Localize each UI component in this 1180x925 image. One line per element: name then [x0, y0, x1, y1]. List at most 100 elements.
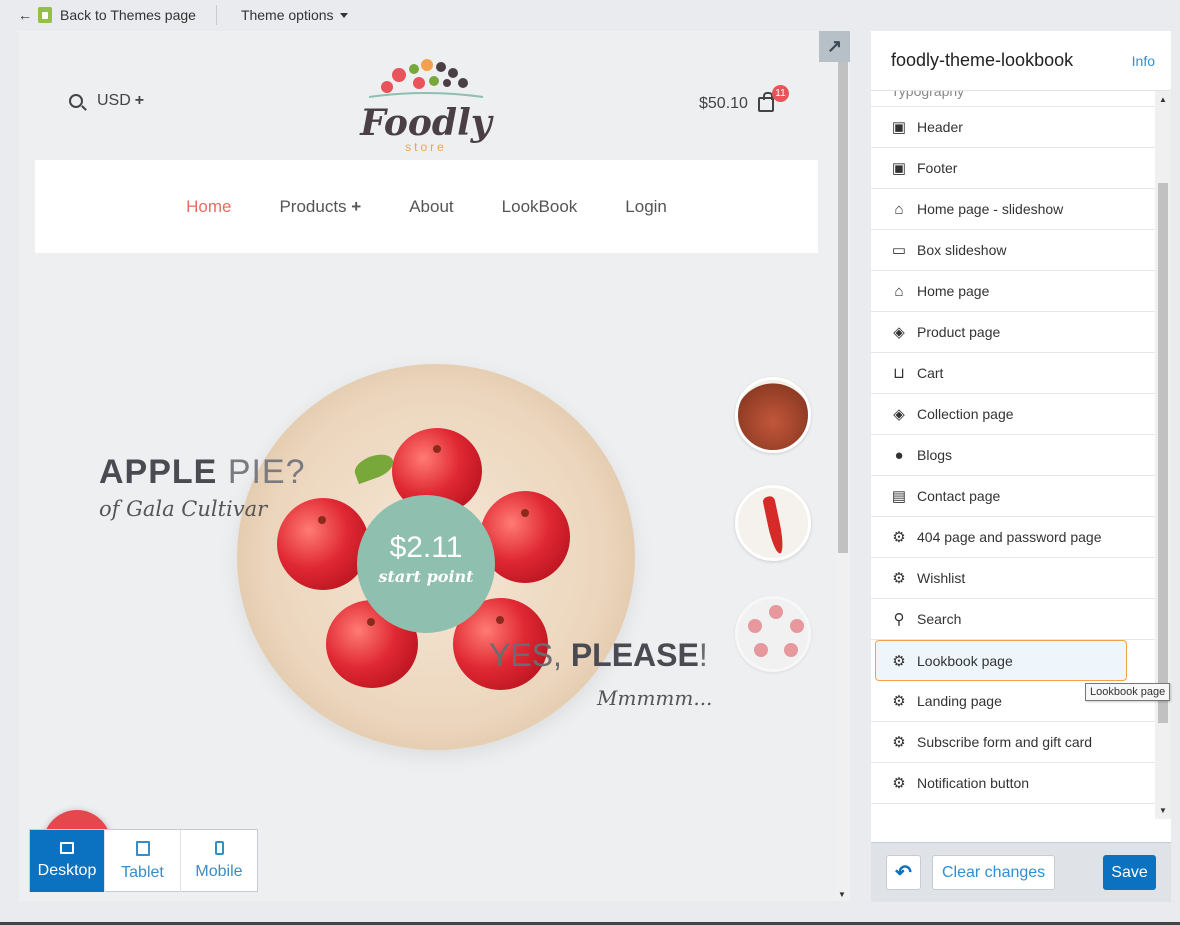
- apple-image: [784, 643, 798, 657]
- section-label: Footer: [917, 160, 958, 176]
- chili-image: [762, 495, 786, 555]
- slide-thumbnail-chili[interactable]: [735, 485, 811, 561]
- section-cart[interactable]: ⊔ Cart: [871, 353, 1155, 394]
- apple-image: [769, 605, 783, 619]
- section-notification-button[interactable]: ⚙ Notification button: [871, 763, 1155, 804]
- device-desktop-label: Desktop: [37, 862, 97, 879]
- slide-tagline-sub: Mmmmm...: [597, 686, 713, 710]
- device-desktop-button[interactable]: Desktop: [30, 830, 105, 892]
- section-footer[interactable]: ▣ Footer: [871, 148, 1155, 189]
- slide-subtitle: of Gala Cultivar: [99, 497, 268, 521]
- theme-name: foodly-theme-lookbook: [891, 50, 1074, 70]
- back-label: Back to Themes page: [60, 7, 196, 23]
- caret-down-icon: [339, 12, 348, 18]
- nav-item-home[interactable]: Home: [186, 197, 231, 217]
- scroll-down-arrow-icon[interactable]: ▼: [1159, 806, 1167, 815]
- shopify-bag-icon: [38, 7, 52, 23]
- section-label: Home page: [917, 283, 990, 299]
- tag-icon: ◈: [893, 324, 905, 341]
- logo-wordmark: Foodly: [359, 102, 493, 144]
- tagline-light: YES,: [489, 637, 562, 673]
- search-icon: ⚲: [893, 611, 905, 628]
- save-button[interactable]: Save: [1103, 855, 1156, 890]
- section-contact-page[interactable]: ▤ Contact page: [871, 476, 1155, 517]
- section-label: Blogs: [917, 447, 953, 463]
- apple-image: [277, 498, 369, 590]
- cart-icon: ⊔: [893, 365, 905, 382]
- undo-icon[interactable]: ↶: [886, 855, 921, 890]
- scroll-up-arrow-icon[interactable]: ▲: [1159, 95, 1167, 104]
- section-lookbook-page[interactable]: ⚙ Lookbook page: [875, 640, 1127, 681]
- nav-item-about[interactable]: About: [409, 197, 453, 217]
- back-to-themes-link[interactable]: ← Back to Themes page: [0, 0, 196, 30]
- section-box-slideshow[interactable]: ▭ Box slideshow: [871, 230, 1155, 271]
- gear-icon: ⚙: [892, 652, 906, 670]
- divider: [215, 5, 217, 25]
- cart-total: $50.10: [699, 95, 748, 112]
- slide-price-caption: start point: [378, 567, 474, 586]
- section-label: Product page: [917, 324, 1001, 340]
- expand-preview-icon[interactable]: ↗: [819, 31, 850, 62]
- tagline-bold: PLEASE: [570, 637, 699, 673]
- section-blogs[interactable]: ● Blogs: [871, 435, 1155, 476]
- section-label: Subscribe form and gift card: [917, 734, 1093, 750]
- currency-selector[interactable]: USD +: [69, 92, 144, 110]
- section-header[interactable]: ▣ Header: [871, 107, 1155, 148]
- device-mobile-button[interactable]: Mobile: [181, 830, 257, 892]
- clear-changes-button[interactable]: Clear changes: [932, 855, 1056, 890]
- section-collection-page[interactable]: ◈ Collection page: [871, 394, 1155, 435]
- scroll-down-arrow-icon[interactable]: ▼: [838, 890, 846, 899]
- device-tablet-button[interactable]: Tablet: [105, 830, 181, 892]
- section-label: 404 page and password page: [917, 529, 1102, 545]
- apple-image: [790, 619, 804, 633]
- arrow-left-icon: ←: [18, 7, 32, 23]
- slide-price: $2.11: [389, 531, 463, 564]
- device-tablet-label: Tablet: [121, 863, 164, 881]
- nav-item-products-label: Products: [279, 196, 347, 216]
- foodly-store-logo[interactable]: Foodly store: [359, 45, 494, 155]
- section-label: Wishlist: [917, 570, 966, 586]
- slide-title-light: PIE?: [227, 453, 306, 491]
- settings-section-list: Typography ▣ Header ▣ Footer ⌂ Home page - …: [871, 76, 1155, 819]
- preview-scrollbar[interactable]: ▼: [836, 31, 850, 901]
- chat-icon: ●: [894, 446, 904, 464]
- section-label: Header: [917, 119, 963, 135]
- nav-item-lookbook[interactable]: LookBook: [502, 197, 578, 217]
- section-label: Notification button: [917, 775, 1030, 791]
- section-search[interactable]: ⚲ Search: [871, 599, 1155, 640]
- gear-icon: ⚙: [892, 570, 906, 587]
- home-icon: ⌂: [894, 282, 904, 300]
- tablet-icon: [135, 840, 150, 856]
- preview-scrollbar-thumb[interactable]: [838, 31, 848, 553]
- search-icon[interactable]: [69, 94, 83, 108]
- theme-options-dropdown[interactable]: Theme options: [241, 7, 348, 23]
- header-cart[interactable]: $50.10: [699, 91, 774, 113]
- slide-title: APPLE PIE?: [99, 453, 306, 492]
- section-home-slideshow[interactable]: ⌂ Home page - slideshow: [871, 189, 1155, 230]
- section-subscribe-form[interactable]: ⚙ Subscribe form and gift card: [871, 722, 1155, 763]
- footer-icon: ▣: [891, 160, 907, 177]
- shopping-bag-icon: [757, 91, 774, 112]
- section-home-page[interactable]: ⌂ Home page: [871, 271, 1155, 312]
- slide-thumbnail-tomatoes[interactable]: [735, 377, 811, 453]
- info-link[interactable]: Info: [1132, 53, 1155, 69]
- monitor-icon: ▭: [891, 242, 907, 259]
- cart-count-badge: 11: [772, 85, 789, 102]
- slide-thumbnail-apples[interactable]: [735, 596, 811, 672]
- panel-footer: ↶ Clear changes Save: [871, 842, 1171, 902]
- nav-item-login[interactable]: Login: [625, 197, 667, 217]
- section-label: Cart: [917, 365, 944, 381]
- panel-scrollbar-thumb[interactable]: [1158, 183, 1168, 723]
- gear-icon: ⚙: [892, 693, 906, 710]
- nav-item-products[interactable]: Products +: [279, 197, 361, 217]
- section-404-page[interactable]: ⚙ 404 page and password page: [871, 517, 1155, 558]
- panel-scrollbar[interactable]: ▲ ▼: [1155, 91, 1171, 819]
- device-mobile-label: Mobile: [195, 863, 243, 880]
- section-wishlist[interactable]: ⚙ Wishlist: [871, 558, 1155, 599]
- tooltip: Lookbook page: [1085, 683, 1171, 701]
- section-label: Lookbook page: [917, 652, 1013, 669]
- section-product-page[interactable]: ◈ Product page: [871, 312, 1155, 353]
- desktop-icon: [60, 842, 74, 854]
- slide-tagline: YES, PLEASE!: [489, 637, 708, 674]
- device-switcher: Desktop Tablet Mobile: [29, 829, 258, 892]
